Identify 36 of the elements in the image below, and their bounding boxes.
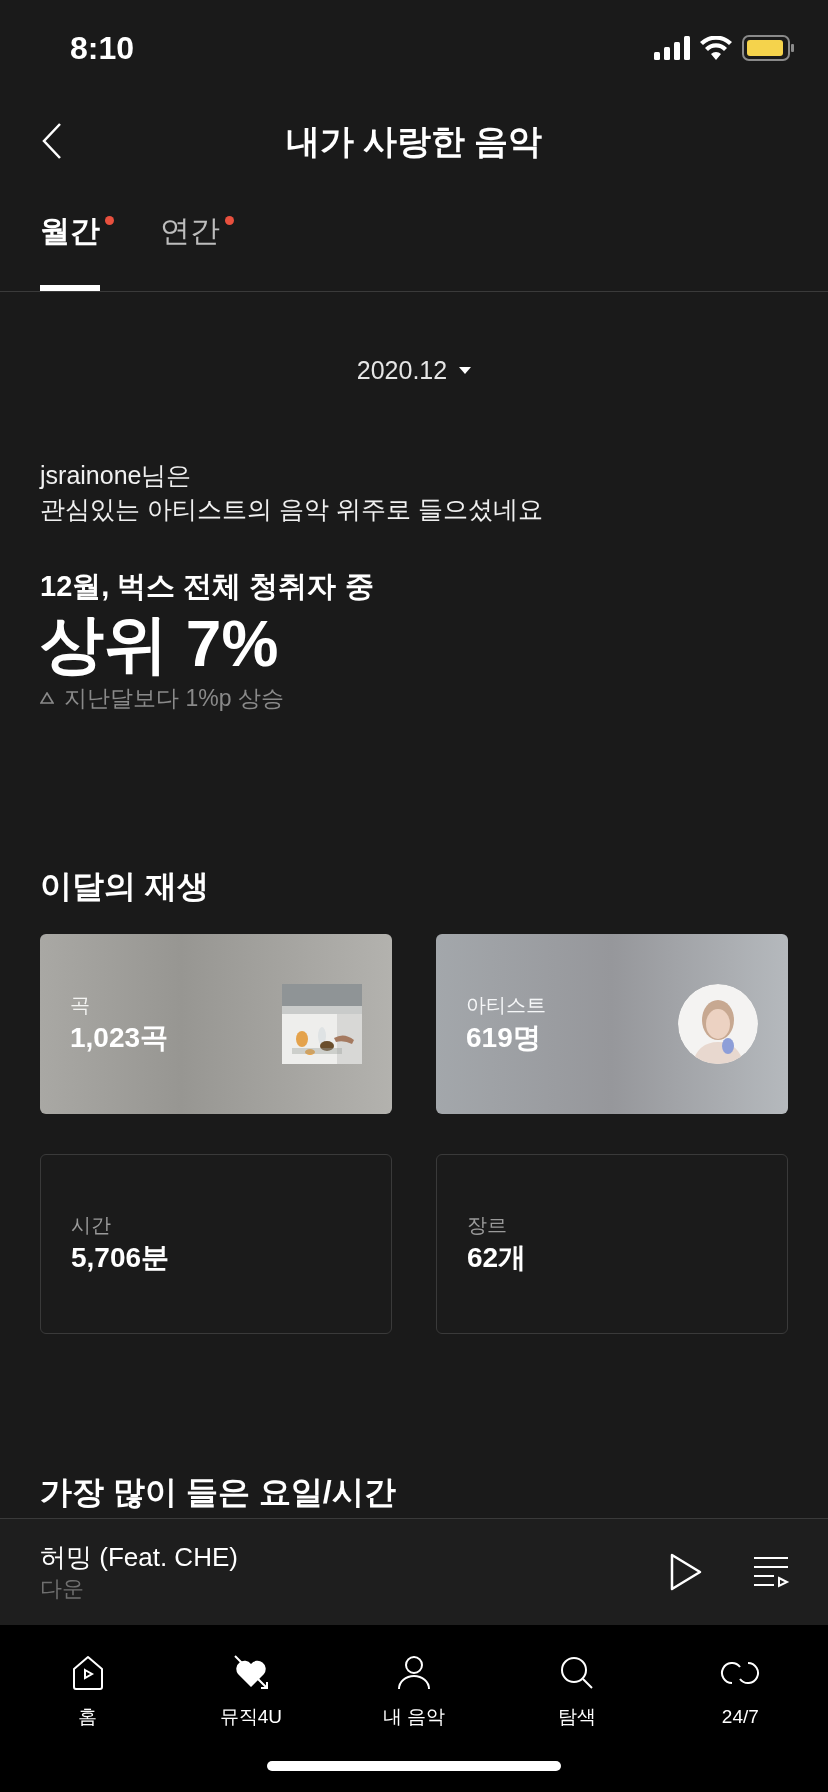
- battery-icon: [742, 34, 794, 61]
- play-button[interactable]: [668, 1552, 704, 1592]
- stat-value: 619명: [466, 1021, 542, 1055]
- stat-value: 62개: [467, 1241, 527, 1275]
- summary-text: 관심있는 아티스트의 음악 위주로 들으셨네요: [40, 494, 544, 525]
- stat-label: 장르: [467, 1213, 508, 1238]
- nav-tab[interactable]: 24/7: [670, 1652, 811, 1732]
- status-time: 8:10: [70, 28, 135, 68]
- wifi-icon: [700, 35, 732, 60]
- stat-value: 1,023곡: [70, 1021, 169, 1055]
- page-title: 내가 사랑한 음악: [285, 120, 543, 162]
- user-line: jsrainone님은: [40, 460, 193, 491]
- nav-tab[interactable]: 뮤직4U: [180, 1652, 321, 1732]
- signal-icon: [654, 35, 690, 60]
- section-title: 이달의 재생: [40, 867, 210, 906]
- stat-label: 아티스트: [466, 993, 546, 1018]
- stat-label: 곡: [70, 993, 91, 1018]
- stat-value: 5,706분: [71, 1241, 170, 1275]
- nav-tab[interactable]: 홈: [17, 1652, 158, 1732]
- stat-card[interactable]: 장르 62개: [436, 1154, 788, 1334]
- stat-card[interactable]: 시간 5,706분: [40, 1154, 392, 1334]
- rank-value: 상위 7%: [40, 607, 280, 682]
- caret-icon: [459, 367, 472, 375]
- track-title: 허밍 (Feat. CHE): [40, 1541, 238, 1574]
- rank-caption: 12월, 벅스 전체 청취자 중: [40, 569, 375, 604]
- rank-change: 지난달보다 1%p 상승: [64, 684, 284, 713]
- tab[interactable]: 연간: [160, 186, 220, 291]
- tab[interactable]: 월간: [40, 186, 100, 291]
- section-title: 가장 많이 들은 요일/시간: [40, 1473, 397, 1512]
- stat-label: 시간: [71, 1213, 112, 1238]
- track-artist: 다운: [40, 1575, 85, 1603]
- nav-tab[interactable]: 탐색: [507, 1652, 648, 1732]
- nav-tab[interactable]: 내 음악: [343, 1652, 484, 1732]
- period-dropdown[interactable]: 2020.12: [356, 352, 472, 390]
- up-triangle-icon: [40, 692, 54, 704]
- mini-player[interactable]: 허밍 (Feat. CHE) 다운: [0, 1518, 828, 1625]
